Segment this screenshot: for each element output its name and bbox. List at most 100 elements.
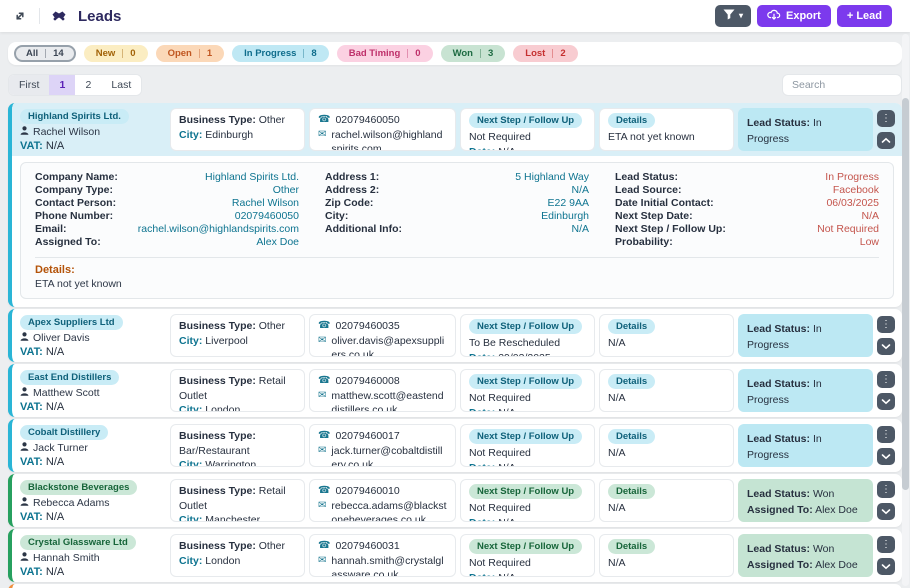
row-actions: ⋮: [877, 314, 897, 357]
expand-diagonal-icon[interactable]: [10, 6, 30, 26]
lead-menu-button[interactable]: ⋮: [877, 371, 895, 388]
filter-pill-inprogress[interactable]: In Progress 8: [232, 45, 329, 62]
contact-line: Hannah Smith: [20, 552, 166, 564]
lead-card: East End Distillers Matthew Scott VAT: N…: [8, 364, 902, 417]
filter-pill-lost[interactable]: Lost 2: [513, 45, 577, 62]
detail-row: Email:rachel.wilson@highlandspirits.com: [35, 223, 299, 236]
lead-summary-row[interactable]: ☎ ✉ ⋮: [12, 584, 902, 588]
details-value: N/A: [608, 501, 725, 516]
contact-name: Jack Turner: [33, 442, 88, 454]
pagination-page-2-button[interactable]: 2: [75, 75, 101, 95]
business-panel: Business Type: Bar/Restaurant City: Warr…: [170, 424, 305, 467]
lead-summary-row[interactable]: Cobalt Distillery Jack Turner VAT: N/A B…: [12, 419, 902, 472]
phone-icon: ☎: [318, 539, 330, 554]
lead-menu-button[interactable]: ⋮: [877, 426, 895, 443]
lead-list: Highland Spirits Ltd. Rachel Wilson VAT:…: [8, 103, 902, 588]
filter-button[interactable]: ▾: [715, 5, 751, 27]
detail-divider: [35, 257, 879, 258]
lead-card: Crystal Glassware Ltd Hannah Smith VAT: …: [8, 529, 902, 582]
phone-number: 02079460010: [335, 484, 399, 499]
search-input[interactable]: [782, 74, 902, 96]
pill-divider: [45, 49, 46, 58]
lead-menu-button[interactable]: ⋮: [877, 316, 895, 333]
status-panel: Lead Status: Won Assigned To: Alex Doe: [738, 534, 873, 577]
lead-card: Apex Suppliers Ltd Oliver Davis VAT: N/A…: [8, 309, 902, 362]
details-badge: Details: [608, 429, 655, 444]
business-panel: Business Type: Other City: Edinburgh: [170, 108, 305, 151]
chevron-icon: [881, 137, 891, 144]
filter-pill-badtiming[interactable]: Bad Timing 0: [337, 45, 433, 62]
mail-icon: ✉: [318, 499, 326, 514]
lead-expand-button[interactable]: [877, 393, 895, 410]
lead-menu-button[interactable]: ⋮: [877, 110, 895, 127]
details-value: ETA not yet known: [608, 130, 725, 145]
contact-line: Rachel Wilson: [20, 126, 166, 138]
details-panel: Details N/A: [599, 314, 734, 357]
pagination-page-1-button[interactable]: 1: [49, 75, 75, 95]
pagination-first-button[interactable]: First: [9, 75, 49, 95]
email-address: matthew.scott@eastenddistillers.co.uk: [331, 389, 447, 412]
pill-divider: [303, 49, 304, 58]
lead-summary-row[interactable]: Apex Suppliers Ltd Oliver Davis VAT: N/A…: [12, 309, 902, 362]
details-value: N/A: [608, 336, 725, 351]
company-badge: Blackstone Beverages: [20, 480, 137, 495]
next-step-value: Not Required: [469, 556, 586, 571]
vat-line: VAT: N/A: [20, 566, 166, 578]
detail-row: Probability:Low: [615, 236, 879, 249]
header-divider: [39, 8, 40, 24]
business-panel: Business Type: Other City: Liverpool: [170, 314, 305, 357]
details-panel: Details N/A: [599, 534, 734, 577]
person-icon: [20, 387, 29, 399]
funnel-icon: [723, 9, 735, 23]
add-lead-button[interactable]: + Lead: [837, 5, 892, 27]
company-column: Blackstone Beverages Rebecca Adams VAT: …: [20, 479, 166, 522]
lead-summary-row[interactable]: Highland Spirits Ltd. Rachel Wilson VAT:…: [12, 103, 902, 156]
pill-divider: [407, 49, 408, 58]
details-value: N/A: [608, 556, 725, 571]
cloud-download-icon: [767, 9, 781, 23]
email-address: jack.turner@cobaltdistillery.co.uk: [331, 444, 447, 467]
lead-expand-button[interactable]: [877, 132, 895, 149]
lead-summary-row[interactable]: Blackstone Beverages Rebecca Adams VAT: …: [12, 474, 902, 527]
export-button[interactable]: Export: [757, 5, 831, 27]
pagination-last-button[interactable]: Last: [101, 75, 141, 95]
filter-pill-new[interactable]: New 0: [84, 45, 148, 62]
lead-expand-button[interactable]: [877, 338, 895, 355]
filter-pill-open[interactable]: Open 1: [156, 45, 225, 62]
next-step-badge: Next Step / Follow Up: [469, 484, 582, 499]
lead-summary-row[interactable]: East End Distillers Matthew Scott VAT: N…: [12, 364, 902, 417]
contact-panel: ☎02079460010 ✉rebecca.adams@blackstonebe…: [309, 479, 456, 522]
person-icon: [20, 497, 29, 509]
detail-row: Phone Number:02079460050: [35, 210, 299, 223]
handshake-icon: [49, 6, 69, 26]
kebab-icon: ⋮: [881, 539, 891, 550]
detail-row: Lead Status:In Progress: [615, 171, 879, 184]
pagination: First 1 2 Last: [8, 74, 142, 96]
phone-number: 02079460008: [335, 374, 399, 389]
contact-name: Rebecca Adams: [33, 497, 109, 509]
lead-summary-row[interactable]: Crystal Glassware Ltd Hannah Smith VAT: …: [12, 529, 902, 582]
chevron-icon: [881, 563, 891, 570]
filter-pill-won[interactable]: Won 3: [441, 45, 506, 62]
detail-row: City:Edinburgh: [325, 210, 589, 223]
detail-row: Assigned To:Alex Doe: [35, 236, 299, 249]
contact-line: Rebecca Adams: [20, 497, 166, 509]
detail-row: Lead Source:Facebook: [615, 184, 879, 197]
email-address: rebecca.adams@blackstonebeverages.co.uk: [331, 499, 447, 522]
company-badge: Highland Spirits Ltd.: [20, 109, 129, 124]
scrollbar-thumb[interactable]: [902, 98, 909, 490]
details-value: N/A: [608, 446, 725, 461]
lead-expand-button[interactable]: [877, 448, 895, 465]
chevron-icon: [881, 343, 891, 350]
pill-divider: [199, 49, 200, 58]
contact-line: Oliver Davis: [20, 332, 166, 344]
lead-expand-button[interactable]: [877, 558, 895, 575]
kebab-icon: ⋮: [881, 484, 891, 495]
lead-menu-button[interactable]: ⋮: [877, 536, 895, 553]
lead-expand-button[interactable]: [877, 503, 895, 520]
company-column: Highland Spirits Ltd. Rachel Wilson VAT:…: [20, 108, 166, 151]
chevron-icon: [881, 398, 891, 405]
filter-pill-all[interactable]: All 14: [14, 45, 76, 62]
scrollbar[interactable]: [902, 34, 909, 586]
lead-menu-button[interactable]: ⋮: [877, 481, 895, 498]
